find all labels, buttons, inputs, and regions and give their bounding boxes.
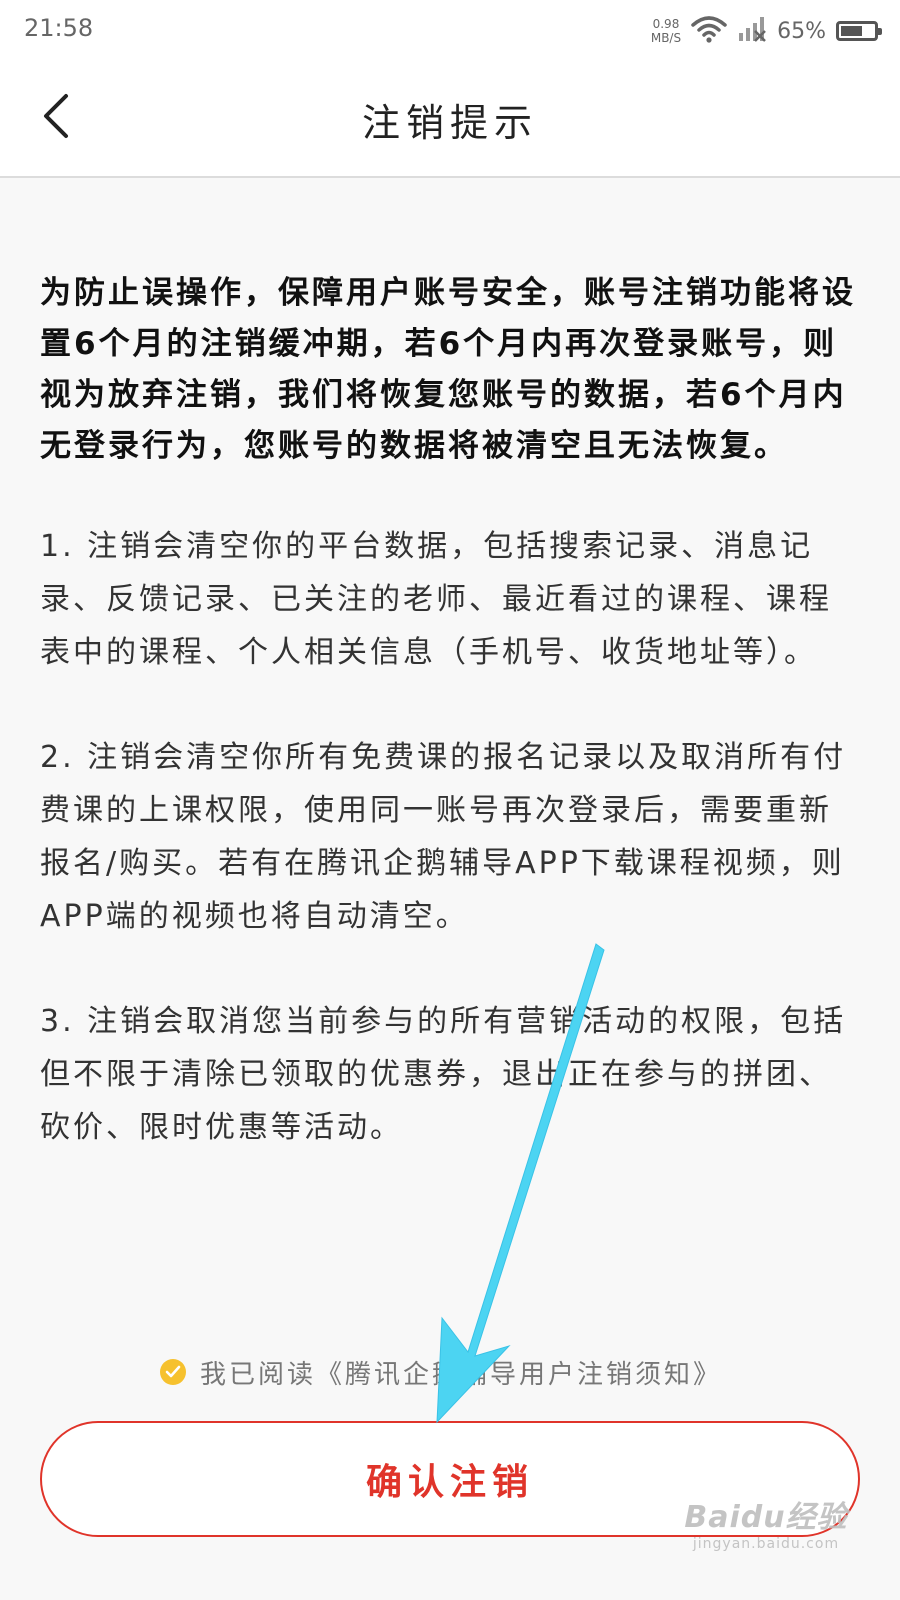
network-speed: 0.98 MB/S [651, 17, 681, 45]
notice-item-1: 1. 注销会清空你的平台数据，包括搜索记录、消息记录、反馈记录、已关注的老师、最… [40, 529, 832, 670]
battery-fill [841, 26, 862, 36]
notice-content: 为防止误操作，保障用户账号安全，账号注销功能将设置6个月的注销缓冲期，若6个月内… [40, 268, 860, 1206]
page-title: 注销提示 [361, 101, 538, 145]
confirm-button-label: 确认注销 [365, 1462, 534, 1503]
notice-intro: 为防止误操作，保障用户账号安全，账号注销功能将设置6个月的注销缓冲期，若6个月内… [40, 275, 856, 464]
checkbox-checked-icon[interactable] [160, 1359, 186, 1385]
watermark-url: jingyan.baidu.com [692, 1536, 840, 1552]
network-speed-unit: MB/S [650, 31, 682, 45]
baidu-watermark: Baidu经验 jingyan.baidu.com [676, 1492, 856, 1580]
notice-item-3: 3. 注销会取消您当前参与的所有营销活动的权限，包括但不限于清除已领取的优惠券，… [40, 1004, 847, 1145]
notice-item-2: 2. 注销会清空你所有免费课的报名记录以及取消所有付费课的上课权限，使用同一账号… [40, 740, 847, 934]
network-speed-value: 0.98 [652, 17, 680, 31]
status-bar: 21:58 0.98 MB/S 65% [0, 0, 900, 62]
battery-percent: 65% [777, 18, 826, 44]
agreement-text[interactable]: 我已阅读《腾讯企鹅辅导用户注销须知》 [200, 1354, 722, 1391]
signal-icon [737, 15, 767, 47]
nav-bar: 注销提示 [0, 62, 900, 178]
wifi-icon [691, 15, 727, 47]
status-time: 21:58 [24, 14, 94, 42]
battery-icon [836, 21, 882, 41]
status-indicators: 0.98 MB/S 65% [651, 12, 882, 50]
watermark-logo: Baidu经验 [684, 1500, 848, 1535]
agreement-row[interactable]: 我已阅读《腾讯企鹅辅导用户注销须知》 [160, 1352, 722, 1392]
